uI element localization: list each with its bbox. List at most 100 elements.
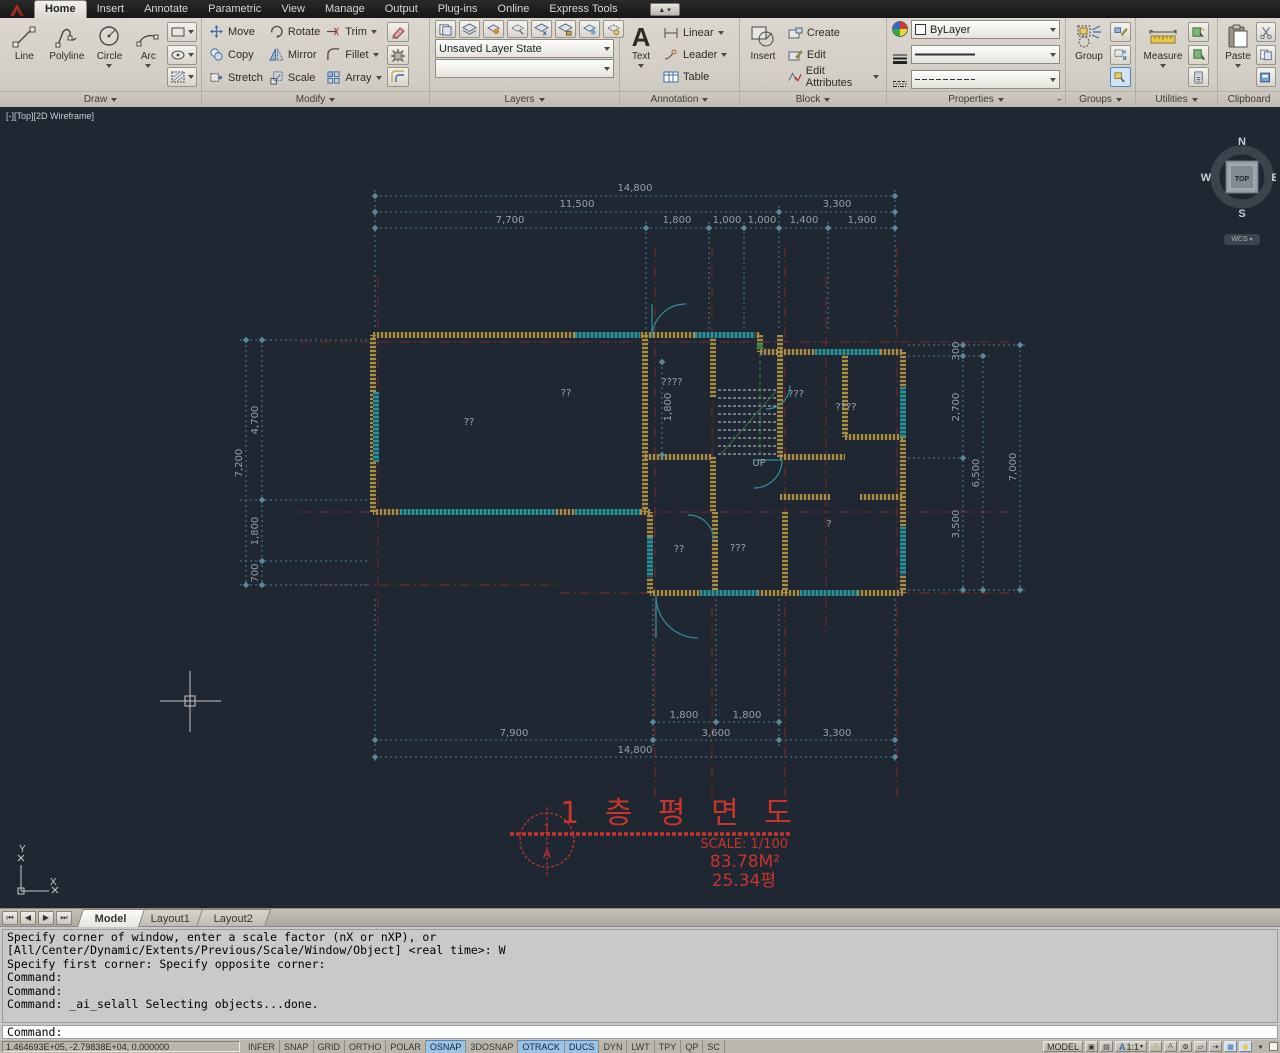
group-edit-button[interactable] bbox=[1110, 44, 1131, 65]
linear-dropdown-caret[interactable] bbox=[717, 30, 724, 35]
arc-button[interactable]: Arc bbox=[132, 20, 165, 89]
ellipse-dropdown-caret[interactable] bbox=[188, 52, 195, 57]
application-menu-button[interactable] bbox=[0, 2, 34, 18]
layer-off-button[interactable] bbox=[483, 20, 504, 38]
toggle-sc[interactable]: SC bbox=[703, 1040, 725, 1053]
panel-label-clipboard[interactable]: Clipboard bbox=[1218, 91, 1280, 107]
paste-button[interactable]: Paste bbox=[1222, 20, 1254, 89]
array-dropdown-caret[interactable] bbox=[375, 75, 382, 80]
ungroup-button[interactable] bbox=[1110, 22, 1131, 42]
panel-label-draw[interactable]: Draw bbox=[0, 91, 201, 107]
toggle-lwt[interactable]: LWT bbox=[627, 1040, 655, 1053]
properties-dialog-launcher[interactable]: ⌐ bbox=[1057, 95, 1062, 104]
toggle-ortho[interactable]: ORTHO bbox=[345, 1040, 387, 1053]
rotate-button[interactable]: Rotate bbox=[266, 21, 323, 42]
clean-screen-lightbulb-button[interactable] bbox=[1239, 1041, 1252, 1052]
ribbon-minimize-button[interactable]: ▲ ▾ bbox=[649, 3, 680, 16]
table-button[interactable]: Table bbox=[660, 66, 730, 87]
viewport-controls[interactable]: [-][Top][2D Wireframe] bbox=[6, 111, 94, 121]
leader-button[interactable]: Leader bbox=[660, 44, 730, 65]
group-button[interactable]: Group bbox=[1070, 20, 1108, 89]
hatch-button[interactable] bbox=[167, 67, 198, 87]
panel-label-modify[interactable]: Modify bbox=[202, 91, 429, 107]
paste-dropdown-caret[interactable] bbox=[1235, 64, 1241, 68]
toggle-qp[interactable]: QP bbox=[681, 1040, 704, 1053]
viewcube-top-label[interactable]: TOP bbox=[1235, 176, 1250, 183]
autoscale-button[interactable]: A bbox=[1164, 1041, 1177, 1052]
toggle-polar[interactable]: POLAR bbox=[386, 1040, 426, 1053]
fillet-button[interactable]: Fillet bbox=[323, 44, 384, 65]
tab-express-tools[interactable]: Express Tools bbox=[539, 1, 627, 18]
tab-plugins[interactable]: Plug-ins bbox=[428, 1, 488, 18]
panel-label-groups[interactable]: Groups bbox=[1066, 91, 1135, 107]
object-color-dropdown[interactable]: ByLayer bbox=[911, 20, 1060, 39]
quick-calc-button[interactable] bbox=[1188, 44, 1209, 65]
layer-dropdown[interactable] bbox=[435, 59, 614, 78]
hatch-dropdown-caret[interactable] bbox=[188, 75, 195, 79]
toggle-3dosnap[interactable]: 3DOSNAP bbox=[466, 1040, 519, 1053]
trim-dropdown-caret[interactable] bbox=[370, 29, 377, 34]
explode-button[interactable] bbox=[386, 44, 409, 65]
erase-button[interactable] bbox=[386, 22, 409, 42]
clean-screen-button[interactable] bbox=[1269, 1042, 1278, 1051]
stretch-button[interactable]: Stretch bbox=[206, 67, 266, 88]
wcs-dropdown[interactable]: WCS ▾ bbox=[1224, 234, 1260, 245]
offset-button[interactable] bbox=[386, 67, 409, 87]
paste-special-button[interactable] bbox=[1256, 67, 1276, 87]
copy-clip-button[interactable] bbox=[1256, 44, 1276, 65]
color-wheel-icon[interactable] bbox=[892, 21, 908, 37]
layer-match-button[interactable] bbox=[579, 20, 600, 38]
layer-isolate-button[interactable] bbox=[507, 20, 528, 38]
edit-attributes-caret[interactable] bbox=[873, 74, 879, 79]
toggle-infer[interactable]: INFER bbox=[244, 1040, 280, 1053]
toggle-dyn[interactable]: DYN bbox=[599, 1040, 628, 1053]
tab-online[interactable]: Online bbox=[488, 1, 540, 18]
block-create-button[interactable]: Create bbox=[784, 22, 882, 43]
mirror-button[interactable]: Mirror bbox=[266, 44, 323, 65]
tab-view[interactable]: View bbox=[271, 1, 315, 18]
toggle-grid[interactable]: GRID bbox=[314, 1040, 346, 1053]
tab-annotate[interactable]: Annotate bbox=[134, 1, 198, 18]
circle-dropdown-caret[interactable] bbox=[106, 64, 113, 68]
id-point-button[interactable] bbox=[1188, 67, 1209, 87]
line-button[interactable]: Line bbox=[4, 20, 45, 89]
layer-properties-button[interactable] bbox=[435, 20, 456, 38]
annotation-scale-button[interactable]: A 1:1 ▾ bbox=[1114, 1041, 1147, 1052]
edit-attributes-button[interactable]: Edit Attributes bbox=[784, 65, 882, 89]
circle-button[interactable]: Circle bbox=[89, 20, 130, 89]
linetype-dropdown[interactable] bbox=[911, 70, 1060, 89]
workspace-switch-button[interactable]: ⚙ bbox=[1179, 1041, 1192, 1052]
cut-button[interactable] bbox=[1256, 22, 1276, 42]
polyline-button[interactable]: Polyline bbox=[47, 20, 88, 89]
block-edit-button[interactable]: Edit bbox=[784, 44, 882, 65]
viewcube-west[interactable]: W bbox=[1201, 172, 1212, 184]
viewcube-east[interactable]: E bbox=[1271, 172, 1278, 184]
measure-dropdown-caret[interactable] bbox=[1160, 64, 1166, 68]
ellipse-button[interactable] bbox=[167, 44, 198, 65]
command-history[interactable]: Specify corner of window, enter a scale … bbox=[2, 929, 1278, 1023]
trim-button[interactable]: Trim bbox=[323, 21, 384, 42]
panel-label-layers[interactable]: Layers bbox=[430, 91, 619, 107]
panel-label-utilities[interactable]: Utilities bbox=[1136, 91, 1217, 107]
layer-state-button[interactable] bbox=[459, 20, 480, 38]
panel-label-block[interactable]: Block bbox=[740, 91, 886, 107]
lineweight-icon[interactable] bbox=[892, 54, 908, 64]
drawing-quickview-button[interactable]: ▤ bbox=[1099, 1041, 1113, 1052]
viewcube-north[interactable]: N bbox=[1238, 136, 1246, 148]
toolbar-lock-button[interactable]: ▱ bbox=[1194, 1041, 1207, 1052]
layout2-tab[interactable]: Layout2 bbox=[196, 908, 272, 927]
layout-quickview-button[interactable]: ▣ bbox=[1084, 1041, 1098, 1052]
layer-state-dropdown[interactable]: Unsaved Layer State bbox=[435, 39, 614, 58]
annotation-visibility-button[interactable]: A bbox=[1149, 1041, 1162, 1052]
arc-dropdown-caret[interactable] bbox=[145, 64, 152, 68]
quick-select-button[interactable] bbox=[1188, 22, 1209, 42]
toggle-otrack[interactable]: OTRACK bbox=[518, 1040, 565, 1053]
tab-parametric[interactable]: Parametric bbox=[198, 1, 271, 18]
drawing-canvas[interactable]: [-][Top][2D Wireframe] 14,800 11,500 3,3… bbox=[0, 107, 1280, 908]
tab-next-button[interactable]: ▶ bbox=[38, 910, 54, 925]
panel-label-properties[interactable]: Properties ⌐ bbox=[887, 91, 1065, 107]
layer-lock-button[interactable] bbox=[555, 20, 576, 38]
linetype-icon[interactable] bbox=[892, 80, 908, 88]
model-tab[interactable]: Model bbox=[77, 908, 145, 927]
tab-manage[interactable]: Manage bbox=[315, 1, 375, 18]
